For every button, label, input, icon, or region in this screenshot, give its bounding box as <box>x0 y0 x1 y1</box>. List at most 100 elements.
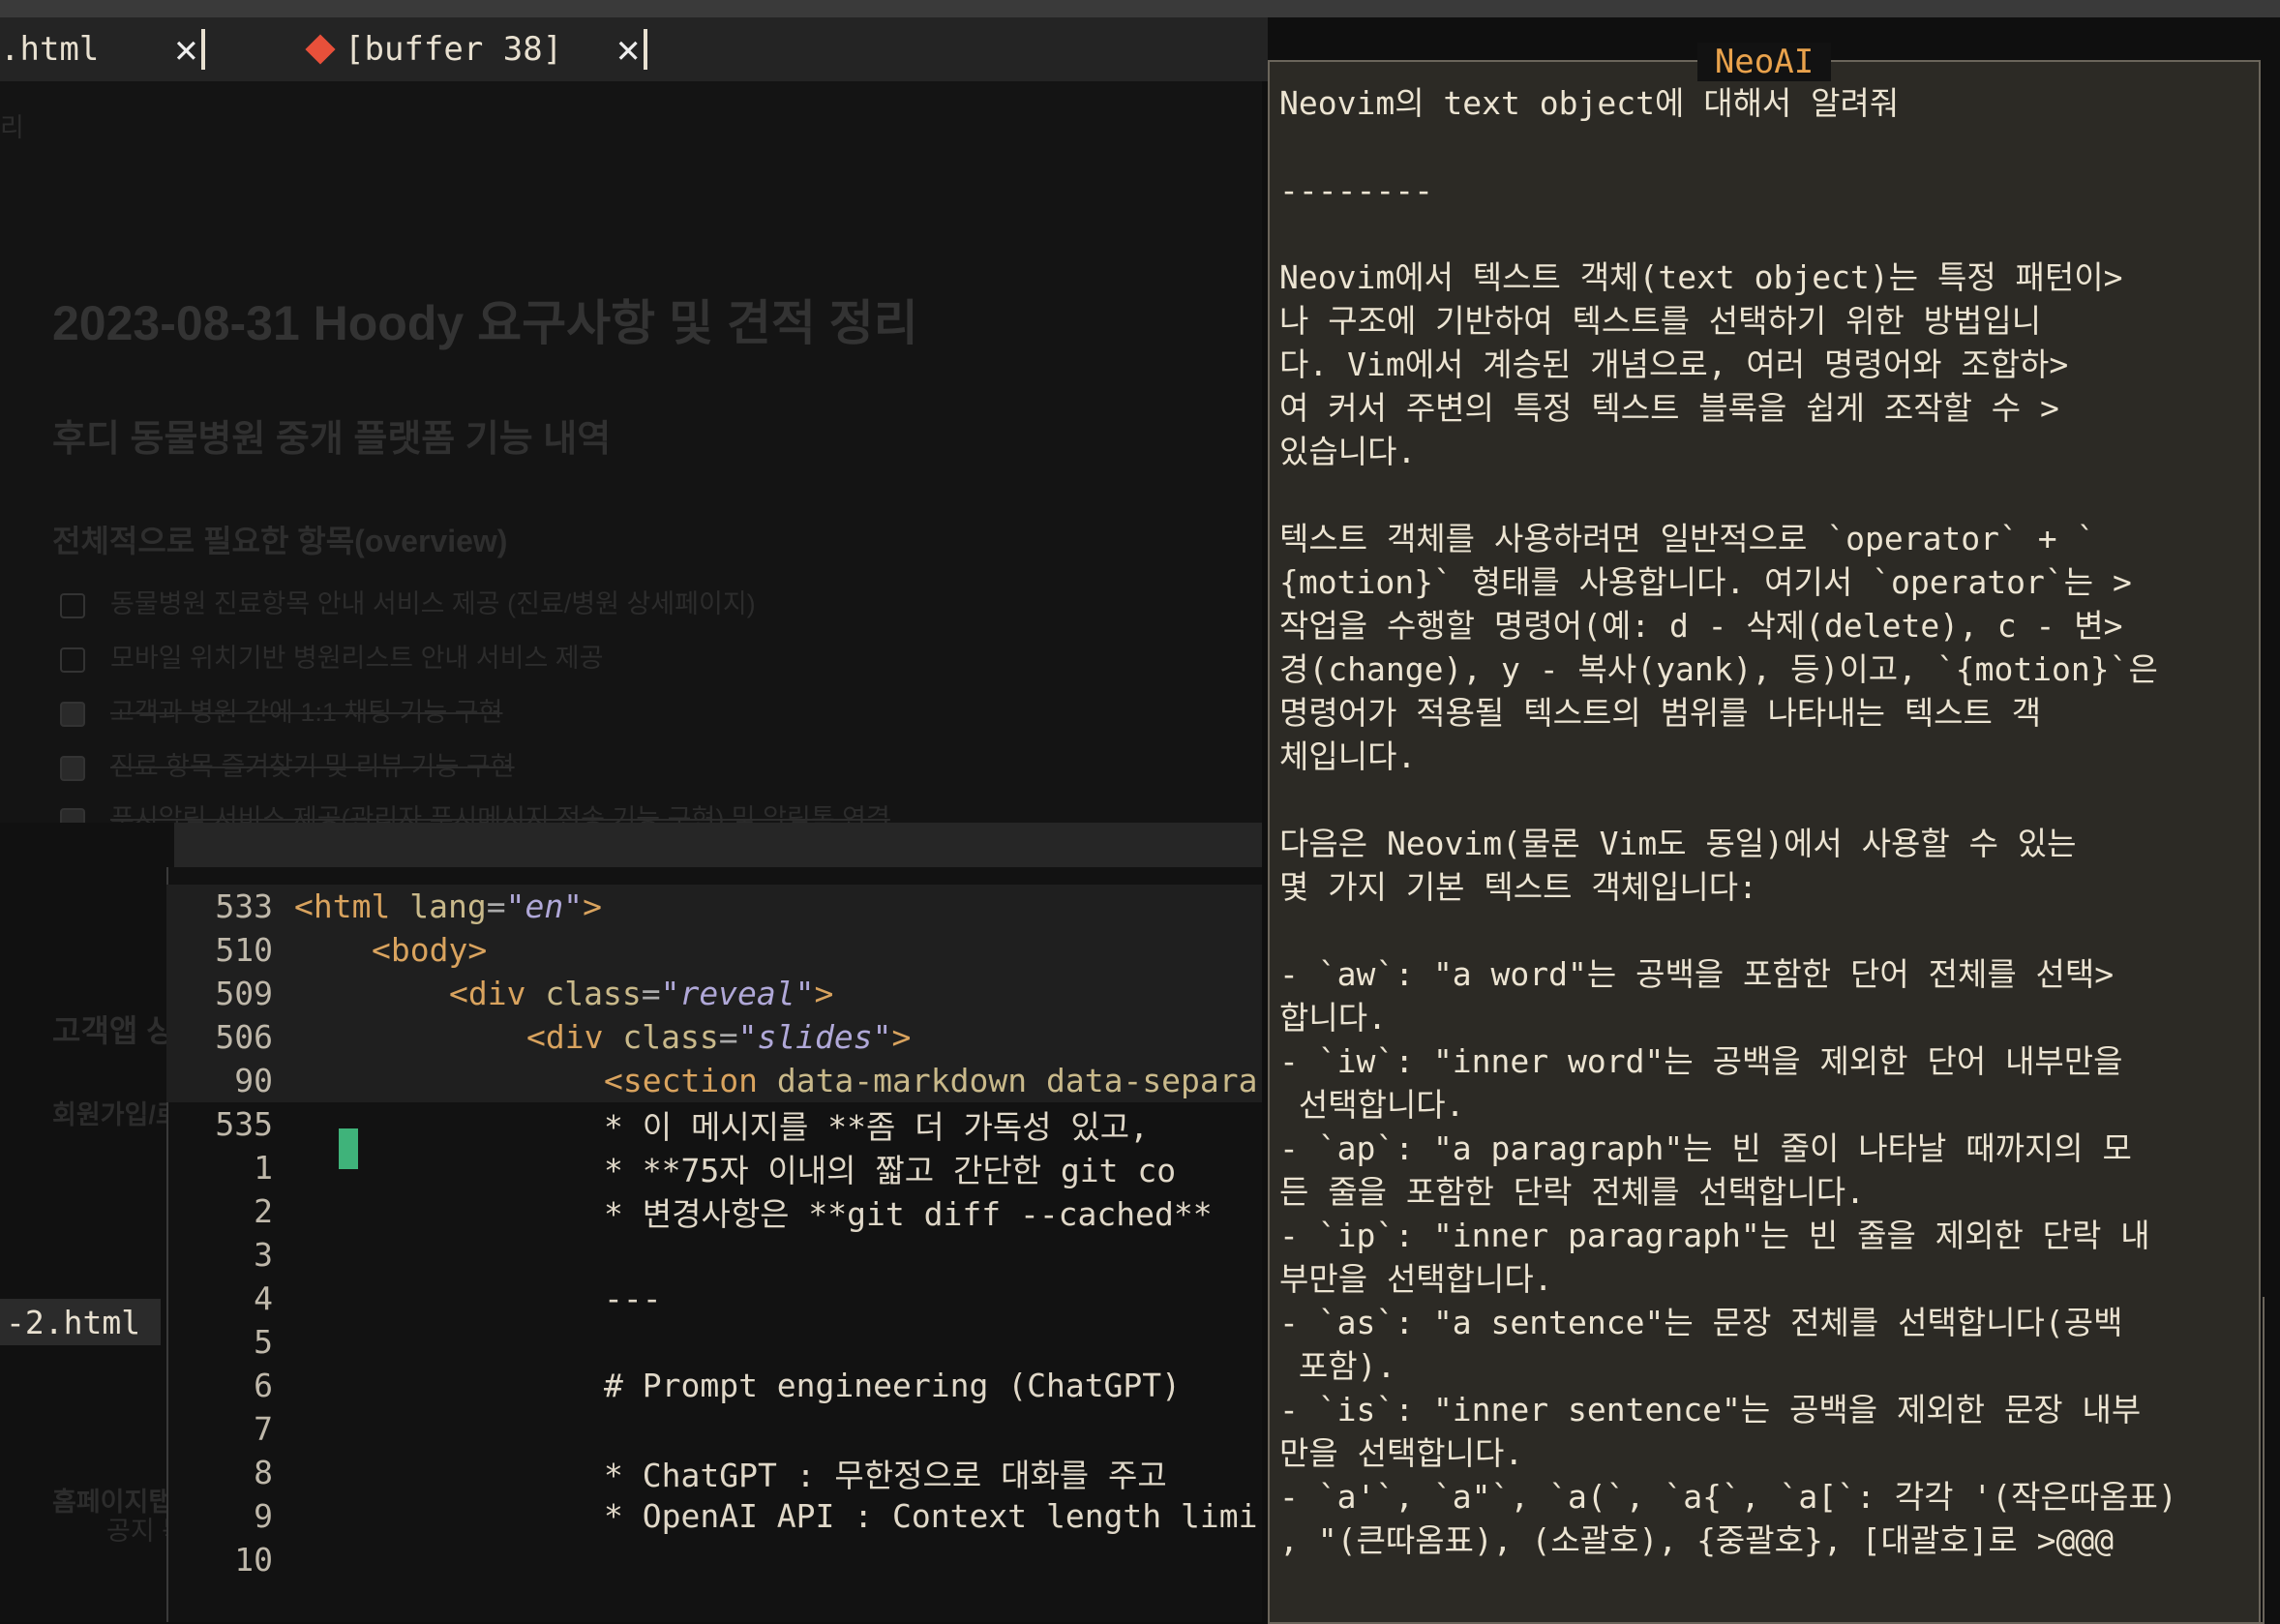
neoai-line: - `iw`: "inner word"는 공백을 제외한 단어 내부만을 <box>1279 1042 2123 1080</box>
code-line[interactable]: 4 --- <box>166 1277 1262 1320</box>
neoai-line: 경(change), y - 복사(yank), 등)이고, `{motion}… <box>1279 650 2158 688</box>
neoai-line: 만을 선택합니다. <box>1279 1434 1524 1472</box>
neoai-line: - `aw`: "a word"는 공백을 포함한 단어 전체를 선택> <box>1279 955 2115 993</box>
line-number: 6 <box>254 1367 273 1404</box>
checkbox <box>60 807 85 823</box>
left-fragment: 고객앱 상세 <box>52 1013 174 1048</box>
code-line[interactable]: 3 <box>166 1233 1262 1277</box>
neoai-line <box>1279 212 2257 256</box>
neoai-line: 여 커서 주변의 특정 텍스트 블록을 쉽게 조작할 수 > <box>1279 389 2059 427</box>
code-text: # Prompt engineering (ChatGPT) <box>604 1367 1182 1404</box>
code-line[interactable]: 533 <html lang="en"> <box>166 885 1262 928</box>
code-line[interactable]: 9 * OpenAI API : Context length limi <box>166 1494 1262 1538</box>
line-number: 533 <box>215 887 273 925</box>
code-text: <div class="slides"> <box>526 1018 912 1056</box>
code-text: * **75자 이내의 짧고 간단한 git co <box>604 1151 1177 1189</box>
tab-label: [buffer 38] <box>345 30 563 69</box>
neoai-line: 나 구조에 기반하여 텍스트를 선택하기 위한 방법입니 <box>1279 302 2042 340</box>
line-number: 9 <box>254 1497 273 1535</box>
neoai-line: 합니다. <box>1279 999 1387 1037</box>
doc-subtitle: 후디 동물병원 중개 플랫폼 기능 내역 <box>52 419 612 460</box>
code-line[interactable]: 10 <box>166 1538 1262 1581</box>
line-number: 509 <box>215 975 273 1012</box>
code-line[interactable]: 8 * ChatGPT : 무한정으로 대화를 주고 <box>166 1451 1262 1494</box>
neoai-line: Neovim에서 텍스트 객체(text object)는 특정 패턴이> <box>1279 258 2123 296</box>
code-line[interactable]: 5 <box>166 1320 1262 1364</box>
checkbox <box>60 755 85 781</box>
text-cursor <box>339 1128 358 1169</box>
tab-html-file[interactable]: .html ✕ <box>0 17 206 81</box>
neoai-line: - `is`: "inner sentence"는 공백을 제외한 문장 내부 <box>1279 1391 2142 1429</box>
neoai-line <box>1279 125 2257 168</box>
code-text: <body> <box>372 931 488 969</box>
line-number: 510 <box>215 931 273 969</box>
neoai-line: Neovim의 text object에 대해서 알려줘 <box>1279 84 1900 122</box>
neoai-line: 몇 가지 기본 텍스트 객체입니다: <box>1279 868 1758 906</box>
neoai-line: - `ip`: "inner paragraph"는 빈 줄을 제외한 단락 내 <box>1279 1217 2150 1254</box>
line-number: 4 <box>254 1279 273 1317</box>
code-text: <div class="reveal"> <box>449 975 834 1012</box>
neoai-line: 있습니다. <box>1279 433 1417 470</box>
code-text: * ChatGPT : 무한정으로 대화를 주고 <box>604 1456 1167 1494</box>
neoai-line: - `as`: "a sentence"는 문장 전체를 선택합니다(공백 <box>1279 1304 2123 1341</box>
neoai-line: 체입니다. <box>1279 737 1417 775</box>
code-editor[interactable]: 533 <html lang="en"> 510 <body> 509 <div clas… <box>166 867 1262 1622</box>
code-line[interactable]: 2 * 변경사항은 **git diff --cached** <box>166 1189 1262 1233</box>
code-line[interactable]: 6 # Prompt engineering (ChatGPT) <box>166 1364 1262 1407</box>
window-top-strip <box>0 0 2280 17</box>
list-item: 모바일 위치기반 병원리스트 안내 서비스 제공 <box>60 637 603 675</box>
list-item: 푸시알림 서비스 제공(관리자 푸시메시지 전송 기능 구현) 및 알림톡 연결 <box>60 797 890 823</box>
checkbox <box>60 647 85 673</box>
split-separator <box>0 823 1262 867</box>
neoai-output[interactable]: Neovim의 text object에 대해서 알려줘 -------- Neov… <box>1279 81 2257 1562</box>
code-line[interactable]: 506 <div class="slides"> <box>166 1015 1262 1059</box>
left-fragment: 공지 목록 - 2시간 <box>106 1517 174 1546</box>
git-icon <box>305 34 336 65</box>
neoai-line <box>1279 473 2257 517</box>
neoai-title-bar: NeoAI <box>1268 43 2261 81</box>
tab-separator <box>201 29 206 70</box>
filename-label[interactable]: -2.html <box>0 1299 161 1345</box>
close-icon[interactable]: ✕ <box>616 27 640 72</box>
list-item: 동물병원 진료항목 안내 서비스 제공 (진료/병원 상세페이지) <box>60 583 756 620</box>
code-text: <section data-markdown data-separa <box>604 1062 1258 1099</box>
close-icon[interactable]: ✕ <box>174 27 197 72</box>
doc-section: 전체적으로 필요한 항목(overview) <box>52 524 508 558</box>
neoai-line: 포함). <box>1279 1347 1396 1385</box>
code-line[interactable]: 1 * **75자 이내의 짧고 간단한 git co <box>166 1146 1262 1189</box>
code-line[interactable]: 509 <div class="reveal"> <box>166 972 1262 1015</box>
code-line[interactable]: 535 * 이 메시지를 **좀 더 가독성 있고, <box>166 1102 1262 1146</box>
code-line[interactable]: 7 <box>166 1407 1262 1451</box>
code-line[interactable]: 510 <body> <box>166 928 1262 972</box>
neoai-line: 다. Vim에서 계승된 개념으로, 여러 명령어와 조합하> <box>1279 346 2069 383</box>
line-number: 5 <box>254 1323 273 1361</box>
tab-label: .html <box>0 30 100 69</box>
background-document-left: 고객앱 상세 회원가입/로그인 홈페이지탭 - 합계 8시간 공지 목록 - 2… <box>0 823 174 1622</box>
neoai-title: NeoAI <box>1696 43 1832 81</box>
code-text: <html lang="en"> <box>294 887 602 925</box>
neoai-line <box>1279 778 2257 822</box>
left-fragment: 회원가입/로그인 <box>52 1100 174 1129</box>
line-number: 90 <box>234 1062 273 1099</box>
line-number: 8 <box>254 1454 273 1491</box>
neoai-line: - `ap`: "a paragraph"는 빈 줄이 나타날 때까지의 모 <box>1279 1129 2132 1167</box>
tab-buffer-38[interactable]: [buffer 38] ✕ <box>305 17 648 81</box>
neoai-line: 명령어가 적용될 텍스트의 범위를 나타내는 텍스트 객 <box>1279 694 2042 732</box>
neoai-line: , "(큰따옴표), (소괄호), {중괄호}, [대괄호]로 >@@@ <box>1279 1521 2115 1559</box>
list-item: 진료 항목 즐겨찾기 및 리뷰 기능 구현 <box>60 745 515 783</box>
code-line[interactable]: 90 <section data-markdown data-separa <box>166 1059 1262 1102</box>
code-text: * OpenAI API : Context length limi <box>604 1497 1258 1535</box>
line-number: 506 <box>215 1018 273 1056</box>
doc-title: 2023-08-31 Hoody 요구사항 및 견적 정리 <box>52 296 918 350</box>
neoai-line: 다음은 Neovim(물론 Vim도 동일)에서 사용할 수 있는 <box>1279 825 2077 862</box>
line-number: 535 <box>215 1105 273 1143</box>
line-number: 10 <box>234 1541 273 1579</box>
neoai-line <box>1279 909 2257 952</box>
code-text: * 변경사항은 **git diff --cached** <box>604 1194 1213 1233</box>
checkbox <box>60 701 85 727</box>
code-text: --- <box>604 1279 662 1317</box>
neoai-line: - `a'`, `a"`, `a(`, `a{`, `a[`: 각각 '(작은따… <box>1279 1478 2177 1516</box>
neoai-line: 텍스트 객체를 사용하려면 일반적으로 `operator` + ` <box>1279 520 2096 557</box>
neoai-line: 선택합니다. <box>1279 1086 1465 1124</box>
neoai-line: 든 줄을 포함한 단락 전체를 선택합니다. <box>1279 1173 1865 1211</box>
